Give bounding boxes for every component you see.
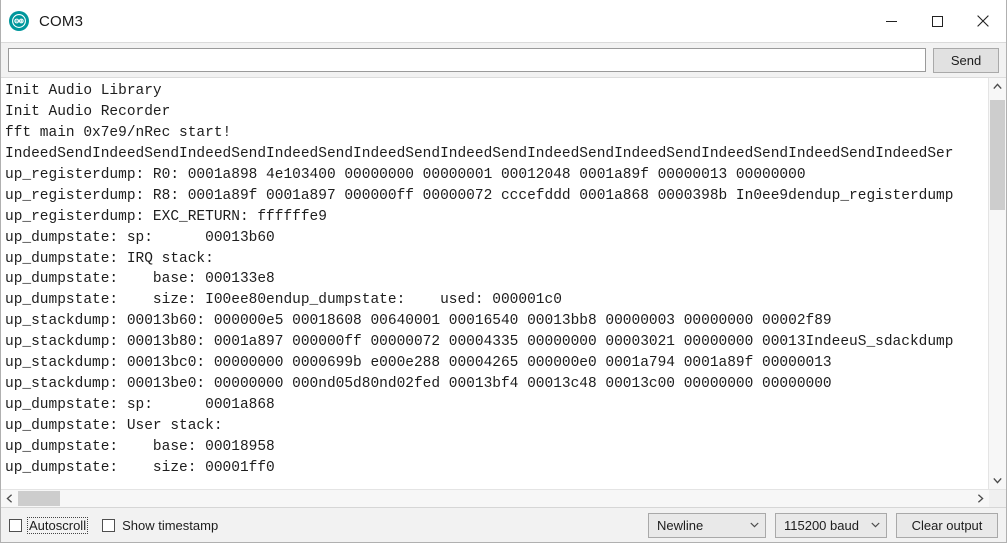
console-line: up_dumpstate: size: I00ee80endup_dumpsta… (5, 292, 562, 309)
scroll-left-arrow-icon[interactable] (1, 490, 18, 507)
baud-rate-value: 115200 baud (784, 517, 859, 533)
console-line: up_stackdump: 00013b60: 000000e5 0001860… (5, 313, 832, 330)
autoscroll-checkbox-box[interactable] (9, 518, 22, 532)
serial-send-input[interactable] (8, 48, 926, 72)
chevron-down-icon (743, 522, 765, 528)
clear-output-button[interactable]: Clear output (896, 512, 998, 538)
arduino-logo-icon (9, 11, 29, 31)
autoscroll-checkbox[interactable]: Autoscroll (9, 516, 89, 534)
console-line: up_dumpstate: sp: 00013b60 (5, 229, 275, 246)
console-line: up_registerdump: R8: 0001a89f 0001a897 0… (5, 187, 954, 204)
console-line: Init Audio Recorder (5, 103, 171, 120)
vertical-scroll-thumb[interactable] (990, 100, 1005, 210)
console-line: up_stackdump: 00013bc0: 00000000 0000699… (5, 355, 832, 372)
line-ending-select[interactable]: Newline (648, 512, 766, 538)
chevron-down-icon (864, 522, 886, 528)
console-body: Init Audio Library Init Audio Recorder fft… (1, 78, 1006, 489)
console-line: up_dumpstate: User stack: (5, 418, 223, 434)
send-toolbar: Send (1, 43, 1006, 78)
scroll-up-arrow-icon[interactable] (989, 78, 1006, 95)
console-line: up_dumpstate: sp: 0001a868 (5, 397, 275, 414)
maximize-button[interactable] (914, 0, 960, 43)
console-line: fft main 0x7e9/nRec start! (5, 124, 232, 141)
baud-rate-select[interactable]: 115200 baud (775, 512, 887, 538)
serial-monitor-window: COM3 Send Init Audio Library Init Audio … (0, 0, 1007, 543)
vertical-scrollbar[interactable] (988, 78, 1006, 489)
console-line: up_registerdump: EXC_RETURN: ffffffe9 (5, 208, 327, 225)
show-timestamp-checkbox[interactable]: Show timestamp (102, 517, 220, 534)
console-line: up_dumpstate: base: 000133e8 (5, 271, 275, 288)
show-timestamp-checkbox-box[interactable] (102, 518, 116, 532)
console-line: IndeedSendIndeedSendIndeedSendIndeedSend… (5, 145, 954, 162)
console-output[interactable]: Init Audio Library Init Audio Recorder fft… (1, 78, 988, 489)
console-line: up_stackdump: 00013b80: 0001a897 000000f… (5, 334, 954, 351)
close-button[interactable] (960, 0, 1006, 43)
line-ending-value: Newline (657, 517, 704, 533)
scroll-right-arrow-icon[interactable] (972, 490, 989, 507)
title-bar: COM3 (1, 0, 1006, 43)
window-title: COM3 (39, 12, 84, 30)
console-line: Init Audio Library (5, 83, 162, 99)
console-line: up_dumpstate: IRQ stack: (5, 250, 214, 267)
console-line: up_registerdump: R0: 0001a898 4e103400 0… (5, 166, 806, 183)
horizontal-scroll-track[interactable] (18, 490, 972, 507)
scroll-down-arrow-icon[interactable] (989, 472, 1006, 489)
scrollbar-corner (989, 490, 1006, 507)
console-line: up_stackdump: 00013be0: 00000000 000nd05… (5, 376, 832, 393)
status-bar: Autoscroll Show timestamp Newline 115200… (1, 507, 1006, 542)
console-line: up_dumpstate: size: 00001ff0 (5, 459, 275, 476)
console-area: Init Audio Library Init Audio Recorder fft… (1, 78, 1006, 507)
horizontal-scroll-thumb[interactable] (18, 491, 60, 506)
horizontal-scrollbar[interactable] (1, 489, 1006, 507)
show-timestamp-label: Show timestamp (122, 517, 219, 533)
autoscroll-label: Autoscroll (27, 516, 89, 534)
minimize-button[interactable] (868, 0, 914, 43)
console-line: up_dumpstate: base: 00018958 (5, 438, 275, 455)
window-controls (868, 0, 1006, 43)
send-button[interactable]: Send (933, 47, 999, 73)
